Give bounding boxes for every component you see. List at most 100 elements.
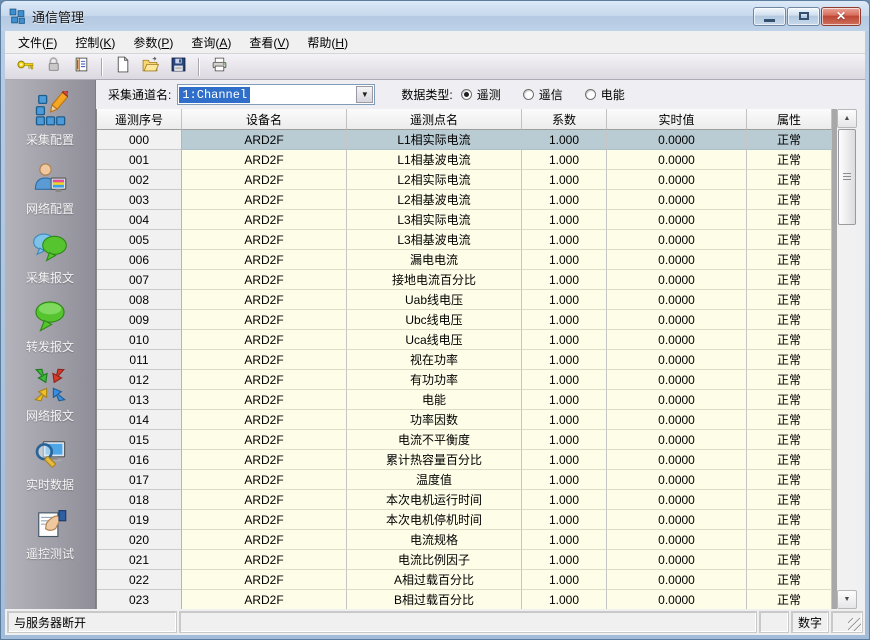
table-row[interactable]: 000ARD2FL1相实际电流1.0000.0000正常	[97, 130, 865, 150]
status-panel-empty	[759, 611, 789, 633]
cell-status: 正常	[747, 410, 832, 430]
cell-no: 016	[97, 450, 182, 470]
sidebar-item-0[interactable]: 采集配置	[10, 90, 90, 159]
scroll-up-icon[interactable]: ▲	[837, 109, 857, 128]
cell-point: 接地电流百分比	[347, 270, 522, 290]
cell-point: 功率因数	[347, 410, 522, 430]
cell-coef: 1.000	[522, 270, 607, 290]
open-folder-icon	[142, 56, 159, 78]
cell-point: 电能	[347, 390, 522, 410]
new-doc-button[interactable]	[110, 56, 134, 78]
printer-button[interactable]	[207, 56, 231, 78]
table-row[interactable]: 010ARD2FUca线电压1.0000.0000正常	[97, 330, 865, 350]
column-header-5[interactable]: 属性	[747, 109, 832, 130]
cell-no: 015	[97, 430, 182, 450]
table-row[interactable]: 020ARD2F电流规格1.0000.0000正常	[97, 530, 865, 550]
radio-0[interactable]: 遥测	[461, 86, 501, 103]
channel-combobox[interactable]: 1:Channel ▼	[177, 84, 375, 105]
cell-device: ARD2F	[182, 130, 347, 150]
radio-button-icon[interactable]	[523, 89, 534, 100]
column-header-3[interactable]: 系数	[522, 109, 607, 130]
menu-item-0[interactable]: 文件(F)	[9, 31, 66, 54]
cell-value: 0.0000	[607, 170, 747, 190]
cell-status: 正常	[747, 150, 832, 170]
cell-no: 001	[97, 150, 182, 170]
radio-2[interactable]: 电能	[585, 86, 625, 103]
scrollbar-thumb[interactable]	[838, 129, 856, 225]
thumb-grip-icon	[843, 173, 851, 181]
column-header-2[interactable]: 遥测点名	[347, 109, 522, 130]
scroll-down-icon[interactable]: ▼	[837, 590, 857, 609]
table-row[interactable]: 019ARD2F本次电机停机时间1.0000.0000正常	[97, 510, 865, 530]
key-button[interactable]	[13, 56, 37, 78]
sidebar-item-6[interactable]: 遥控测试	[10, 504, 90, 573]
table-row[interactable]: 012ARD2F有功功率1.0000.0000正常	[97, 370, 865, 390]
cell-no: 022	[97, 570, 182, 590]
table-row[interactable]: 017ARD2F温度值1.0000.0000正常	[97, 470, 865, 490]
table-row[interactable]: 008ARD2FUab线电压1.0000.0000正常	[97, 290, 865, 310]
table-row[interactable]: 014ARD2F功率因数1.0000.0000正常	[97, 410, 865, 430]
menu-item-5[interactable]: 帮助(H)	[298, 31, 357, 54]
chevron-down-icon[interactable]: ▼	[356, 86, 373, 103]
sidebar-item-label: 采集配置	[26, 131, 74, 148]
radio-button-icon[interactable]	[585, 89, 596, 100]
cell-coef: 1.000	[522, 550, 607, 570]
table-row[interactable]: 006ARD2F漏电电流1.0000.0000正常	[97, 250, 865, 270]
sidebar-item-1[interactable]: 网络配置	[10, 159, 90, 228]
radio-label: 遥测	[477, 86, 501, 103]
table-row[interactable]: 013ARD2F电能1.0000.0000正常	[97, 390, 865, 410]
table-row[interactable]: 001ARD2FL1相基波电流1.0000.0000正常	[97, 150, 865, 170]
cell-value: 0.0000	[607, 470, 747, 490]
cell-status: 正常	[747, 490, 832, 510]
menu-item-4[interactable]: 查看(V)	[240, 31, 298, 54]
table-row[interactable]: 011ARD2F视在功率1.0000.0000正常	[97, 350, 865, 370]
resize-grip[interactable]	[831, 611, 863, 633]
table-row[interactable]: 016ARD2F累计热容量百分比1.0000.0000正常	[97, 450, 865, 470]
sidebar-item-2[interactable]: 采集报文	[10, 228, 90, 297]
table-row[interactable]: 023ARD2FB相过载百分比1.0000.0000正常	[97, 590, 865, 609]
vertical-scrollbar[interactable]: ▲ ▼	[837, 109, 857, 609]
menu-item-1[interactable]: 控制(K)	[66, 31, 124, 54]
cell-value: 0.0000	[607, 270, 747, 290]
sidebar-item-3[interactable]: 转发报文	[10, 297, 90, 366]
title-bar[interactable]: 通信管理 ✕	[1, 1, 869, 31]
table-row[interactable]: 018ARD2F本次电机运行时间1.0000.0000正常	[97, 490, 865, 510]
cell-coef: 1.000	[522, 290, 607, 310]
radio-1[interactable]: 遥信	[523, 86, 563, 103]
table-row[interactable]: 007ARD2F接地电流百分比1.0000.0000正常	[97, 270, 865, 290]
cell-no: 020	[97, 530, 182, 550]
cell-status: 正常	[747, 250, 832, 270]
cell-device: ARD2F	[182, 170, 347, 190]
cell-value: 0.0000	[607, 390, 747, 410]
minimize-button[interactable]	[753, 7, 786, 26]
table-row[interactable]: 004ARD2FL3相实际电流1.0000.0000正常	[97, 210, 865, 230]
cell-device: ARD2F	[182, 410, 347, 430]
cell-value: 0.0000	[607, 350, 747, 370]
table-row[interactable]: 021ARD2F电流比例因子1.0000.0000正常	[97, 550, 865, 570]
cell-value: 0.0000	[607, 490, 747, 510]
close-button[interactable]: ✕	[821, 7, 861, 26]
maximize-button[interactable]	[787, 7, 820, 26]
column-header-4[interactable]: 实时值	[607, 109, 747, 130]
cell-point: 本次电机停机时间	[347, 510, 522, 530]
menu-item-3[interactable]: 查询(A)	[182, 31, 240, 54]
column-header-0[interactable]: 遥测序号	[97, 109, 182, 130]
sidebar-item-4[interactable]: 网络报文	[10, 366, 90, 435]
cell-device: ARD2F	[182, 270, 347, 290]
table-row[interactable]: 022ARD2FA相过载百分比1.0000.0000正常	[97, 570, 865, 590]
notebook-button[interactable]	[69, 56, 93, 78]
cell-device: ARD2F	[182, 150, 347, 170]
table-row[interactable]: 015ARD2F电流不平衡度1.0000.0000正常	[97, 430, 865, 450]
save-button[interactable]	[166, 56, 190, 78]
cell-value: 0.0000	[607, 530, 747, 550]
open-folder-button[interactable]	[138, 56, 162, 78]
sidebar-item-5[interactable]: 实时数据	[10, 435, 90, 504]
radio-button-icon[interactable]	[461, 89, 472, 100]
table-row[interactable]: 003ARD2FL2相基波电流1.0000.0000正常	[97, 190, 865, 210]
table-row[interactable]: 002ARD2FL2相实际电流1.0000.0000正常	[97, 170, 865, 190]
column-header-1[interactable]: 设备名	[182, 109, 347, 130]
table-row[interactable]: 005ARD2FL3相基波电流1.0000.0000正常	[97, 230, 865, 250]
table-row[interactable]: 009ARD2FUbc线电压1.0000.0000正常	[97, 310, 865, 330]
menu-item-2[interactable]: 参数(P)	[124, 31, 182, 54]
lock-button[interactable]	[41, 56, 65, 78]
